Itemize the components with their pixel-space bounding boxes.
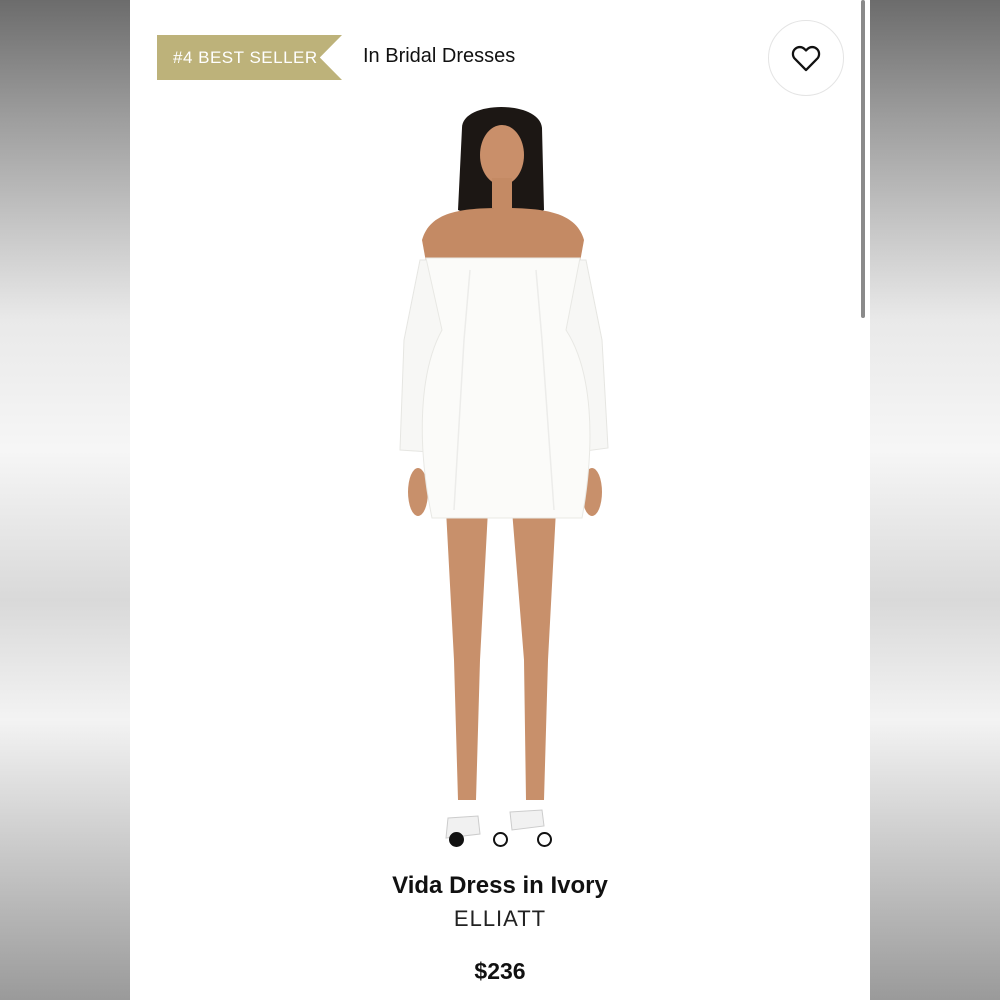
carousel-dot-1[interactable]	[448, 832, 464, 847]
model-neck	[492, 178, 512, 208]
carousel-dot-3[interactable]	[536, 832, 552, 847]
category-link[interactable]: In Bridal Dresses	[363, 45, 515, 68]
model-left-leg	[446, 510, 488, 800]
product-card-screen: #4 BEST SELLER In Bridal Dresses Vida Dr…	[130, 0, 870, 1000]
best-seller-text: #4 BEST SELLER	[173, 47, 318, 67]
favorite-button[interactable]	[768, 20, 844, 96]
heart-outline-icon	[791, 45, 821, 72]
model-face	[480, 125, 524, 185]
dress-body	[421, 257, 591, 519]
product-price: $236	[474, 958, 526, 984]
carousel-dot-2[interactable]	[492, 832, 508, 847]
product-brand[interactable]: ELLIATT	[130, 906, 870, 932]
model-right-leg	[512, 510, 556, 800]
model-right-shoe	[509, 809, 545, 831]
product-image[interactable]	[330, 100, 670, 860]
scrollbar[interactable]	[861, 0, 865, 318]
background-right	[870, 0, 1000, 1000]
image-carousel-dots	[130, 832, 870, 847]
model-shoulders	[422, 208, 584, 262]
background-left	[0, 0, 130, 1000]
best-seller-badge: #4 BEST SELLER	[157, 35, 342, 80]
product-title[interactable]: Vida Dress in Ivory	[130, 872, 870, 900]
